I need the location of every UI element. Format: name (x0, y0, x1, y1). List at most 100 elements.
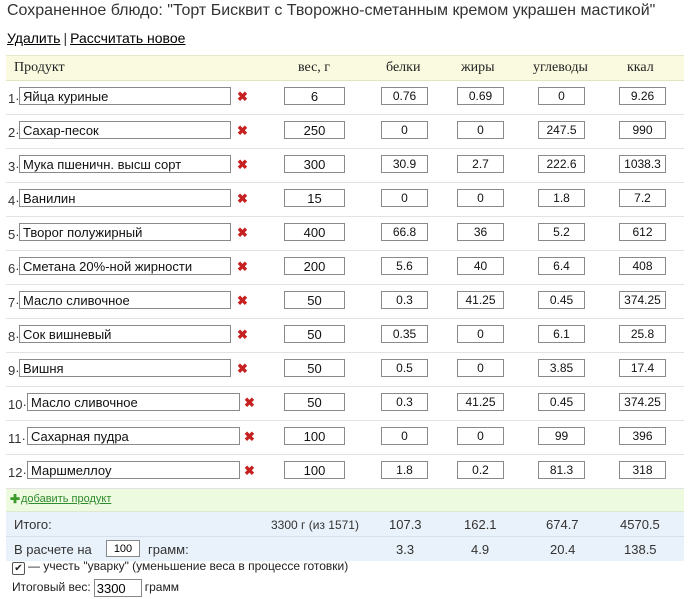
kcal-input[interactable] (619, 257, 666, 275)
product-name-input[interactable] (19, 359, 231, 377)
product-name-input[interactable] (19, 87, 231, 105)
final-weight-input[interactable] (93, 579, 142, 597)
checkmark-icon[interactable]: ✔ (12, 562, 25, 575)
product-name-input[interactable] (19, 291, 231, 309)
fat-input[interactable] (457, 461, 504, 479)
fat-input[interactable] (457, 393, 504, 411)
kcal-input[interactable] (619, 121, 666, 139)
product-name-input[interactable] (27, 427, 240, 445)
fat-input[interactable] (457, 325, 504, 343)
kcal-input[interactable] (619, 87, 666, 105)
kcal-input[interactable] (619, 189, 666, 207)
weight-input[interactable] (284, 223, 345, 241)
weight-input[interactable] (284, 189, 345, 207)
add-product-link[interactable]: добавить продукт (21, 493, 111, 505)
product-name-input[interactable] (19, 189, 231, 207)
carbs-input[interactable] (538, 155, 585, 173)
product-name-input[interactable] (27, 461, 240, 479)
fat-input[interactable] (457, 257, 504, 275)
carbs-input[interactable] (538, 87, 585, 105)
per-amount-input[interactable] (106, 540, 140, 557)
weight-input[interactable] (284, 155, 345, 173)
weight-input[interactable] (284, 359, 345, 377)
carbs-input[interactable] (538, 427, 585, 445)
protein-input[interactable] (381, 121, 428, 139)
kcal-input[interactable] (619, 427, 666, 445)
kcal-input[interactable] (619, 291, 666, 309)
protein-input[interactable] (381, 155, 428, 173)
kcal-input[interactable] (619, 325, 666, 343)
fat-input[interactable] (457, 87, 504, 105)
protein-input[interactable] (381, 87, 428, 105)
weight-input[interactable] (284, 291, 345, 309)
delete-x-icon[interactable]: ✖ (237, 361, 248, 377)
table-row: 11· ✖ (6, 421, 684, 455)
carbs-input[interactable] (538, 461, 585, 479)
carbs-input[interactable] (538, 291, 585, 309)
protein-input[interactable] (381, 223, 428, 241)
product-name-input[interactable] (19, 325, 231, 343)
row-number: 5· (8, 227, 20, 242)
delete-x-icon[interactable]: ✖ (237, 225, 248, 241)
weight-input[interactable] (284, 121, 345, 139)
table-row: 9· ✖ (6, 353, 684, 387)
delete-x-icon[interactable]: ✖ (237, 293, 248, 309)
product-name-input[interactable] (19, 155, 231, 173)
protein-input[interactable] (381, 393, 428, 411)
delete-x-icon[interactable]: ✖ (237, 89, 248, 105)
carbs-input[interactable] (538, 257, 585, 275)
kcal-input[interactable] (619, 461, 666, 479)
fat-input[interactable] (457, 189, 504, 207)
carbs-input[interactable] (538, 223, 585, 241)
protein-input[interactable] (381, 257, 428, 275)
row-number: 3· (8, 159, 20, 174)
fat-input[interactable] (457, 155, 504, 173)
product-name-input[interactable] (19, 223, 231, 241)
product-name-input[interactable] (19, 121, 231, 139)
delete-x-icon[interactable]: ✖ (237, 259, 248, 275)
product-name-input[interactable] (27, 393, 240, 411)
fat-input[interactable] (457, 121, 504, 139)
delete-x-icon[interactable]: ✖ (237, 191, 248, 207)
add-product-row: ✚ добавить продукт (6, 489, 684, 512)
carbs-input[interactable] (538, 189, 585, 207)
delete-x-icon[interactable]: ✖ (237, 157, 248, 173)
fat-input[interactable] (457, 291, 504, 309)
delete-x-icon[interactable]: ✖ (244, 463, 255, 479)
per-prefix: В расчете на (14, 542, 92, 557)
protein-input[interactable] (381, 461, 428, 479)
weight-input[interactable] (284, 87, 345, 105)
delete-x-icon[interactable]: ✖ (237, 327, 248, 343)
per-fat: 4.9 (471, 542, 490, 557)
delete-x-icon[interactable]: ✖ (237, 123, 248, 139)
header-weight: вес, г (298, 60, 331, 75)
fat-input[interactable] (457, 427, 504, 445)
delete-link[interactable]: Удалить (7, 30, 60, 46)
weight-input[interactable] (284, 427, 345, 445)
kcal-input[interactable] (619, 223, 666, 241)
delete-x-icon[interactable]: ✖ (244, 395, 255, 411)
carbs-input[interactable] (538, 121, 585, 139)
weight-input[interactable] (284, 461, 345, 479)
fat-input[interactable] (457, 223, 504, 241)
protein-input[interactable] (381, 291, 428, 309)
protein-input[interactable] (381, 427, 428, 445)
ingredient-rows: 1· ✖ 2· ✖ 3· ✖ 4· ✖ 5· ✖ 6· ✖ 7· ✖ 8· ✖ 9· ✖ 10· ✖ 11· ✖ 12· ✖ (6, 81, 684, 489)
row-number: 9· (8, 363, 20, 378)
delete-x-icon[interactable]: ✖ (244, 429, 255, 445)
protein-input[interactable] (381, 189, 428, 207)
recalculate-link[interactable]: Рассчитать новое (70, 30, 185, 46)
weight-input[interactable] (284, 325, 345, 343)
product-name-input[interactable] (19, 257, 231, 275)
carbs-input[interactable] (538, 393, 585, 411)
protein-input[interactable] (381, 325, 428, 343)
fat-input[interactable] (457, 359, 504, 377)
carbs-input[interactable] (538, 325, 585, 343)
protein-input[interactable] (381, 359, 428, 377)
kcal-input[interactable] (619, 155, 666, 173)
weight-input[interactable] (284, 257, 345, 275)
kcal-input[interactable] (619, 359, 666, 377)
weight-input[interactable] (284, 393, 345, 411)
carbs-input[interactable] (538, 359, 585, 377)
kcal-input[interactable] (619, 393, 666, 411)
